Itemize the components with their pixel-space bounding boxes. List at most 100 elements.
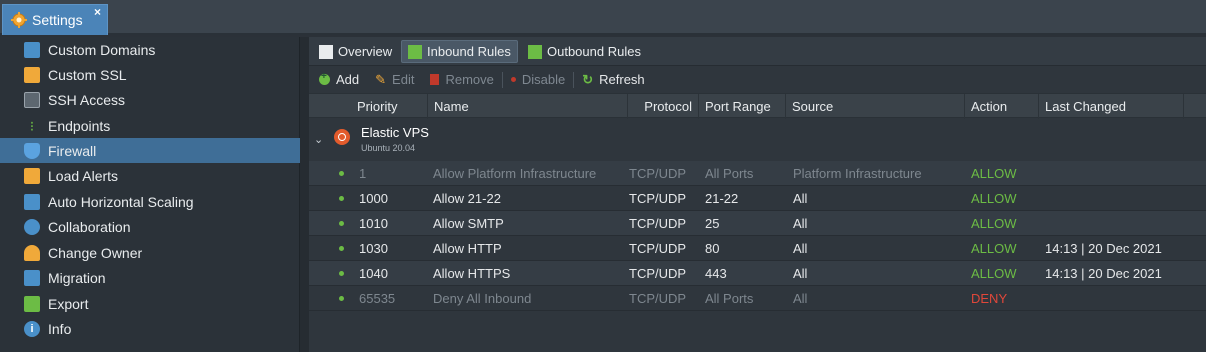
scaling-icon: [24, 193, 40, 210]
cell-action: ALLOW: [971, 216, 1017, 231]
table-row[interactable]: 1030 Allow HTTP TCP/UDP 80 All ALLOW 14:13 | 2…: [309, 236, 1206, 261]
sidebar-item-label: Custom SSL: [48, 66, 127, 83]
change-owner-icon: [24, 244, 40, 261]
column-last-changed[interactable]: Last Changed: [1039, 94, 1184, 119]
tab-settings[interactable]: Settings ×: [2, 4, 108, 35]
status-dot-icon: [339, 196, 344, 201]
cell-ports: 21-22: [705, 191, 739, 206]
cell-name: Allow 21-22: [433, 191, 501, 206]
sidebar-item-info[interactable]: i Info: [0, 316, 300, 341]
cell-changed: [1045, 211, 1190, 236]
table-row[interactable]: 1010 Allow SMTP TCP/UDP 25 All ALLOW: [309, 211, 1206, 236]
column-name[interactable]: Name: [428, 94, 628, 119]
cell-priority: 1: [359, 166, 367, 181]
cell-changed: [1045, 161, 1190, 186]
collaboration-icon: [24, 218, 40, 235]
cell-priority: 1030: [359, 241, 388, 256]
table-row[interactable]: 1 Allow Platform Infrastructure TCP/UDP All…: [309, 161, 1206, 186]
cell-source: All: [793, 291, 808, 306]
cell-name: Deny All Inbound: [433, 291, 532, 306]
sidebar-item-label: Firewall: [48, 142, 97, 159]
disable-label: Disable: [521, 72, 566, 87]
column-action[interactable]: Action: [965, 94, 1039, 119]
close-icon[interactable]: ×: [94, 6, 101, 18]
cell-changed: [1045, 286, 1190, 311]
outbound-icon: [528, 44, 542, 59]
sidebar-item-firewall[interactable]: Firewall: [0, 138, 300, 163]
sidebar-item-export[interactable]: Export: [0, 291, 300, 316]
sidebar-item-ssh-access[interactable]: SSH Access: [0, 87, 300, 112]
cell-ports: All Ports: [705, 291, 754, 306]
sidebar-item-label: Custom Domains: [48, 41, 156, 58]
splitter[interactable]: [300, 37, 309, 352]
export-icon: [24, 295, 40, 312]
node-group-row[interactable]: ⌄ Elastic VPS Ubuntu 20.04: [309, 119, 1206, 159]
sidebar-item-migration[interactable]: Migration: [0, 265, 300, 290]
cell-source: All: [793, 191, 808, 206]
terminal-icon: [24, 91, 40, 108]
cell-name: Allow HTTP: [433, 241, 502, 256]
table-row[interactable]: 1000 Allow 21-22 TCP/UDP 21-22 All ALLOW: [309, 186, 1206, 211]
column-protocol[interactable]: Protocol: [628, 94, 699, 119]
rules-toolbar: Add ✎ Edit Remove Disable ↻ Refresh: [309, 66, 1206, 93]
cell-action: DENY: [971, 291, 1008, 306]
sidebar-item-label: Load Alerts: [48, 167, 119, 184]
column-port-range[interactable]: Port Range: [699, 94, 786, 119]
sidebar-item-collaboration[interactable]: Collaboration: [0, 214, 300, 239]
cell-action: ALLOW: [971, 166, 1017, 181]
column-priority[interactable]: Priority: [351, 94, 428, 119]
cell-ports: 443: [705, 266, 727, 281]
pencil-icon: ✎: [375, 71, 387, 87]
sidebar-item-label: Export: [48, 295, 89, 312]
sidebar-item-label: Auto Horizontal Scaling: [48, 193, 194, 210]
cell-action: ALLOW: [971, 266, 1017, 281]
sidebar-item-load-alerts[interactable]: Load Alerts: [0, 163, 300, 188]
add-button[interactable]: Add: [309, 69, 367, 91]
document-icon: [319, 44, 333, 59]
cell-changed: [1045, 186, 1190, 211]
tab-overview[interactable]: Overview: [313, 40, 398, 63]
cell-name: Allow Platform Infrastructure: [433, 166, 597, 181]
sidebar-item-auto-horizontal-scaling[interactable]: Auto Horizontal Scaling: [0, 189, 300, 214]
cell-protocol: TCP/UDP: [629, 266, 687, 281]
table-row[interactable]: 65535 Deny All Inbound TCP/UDP All Ports All…: [309, 286, 1206, 311]
table-header: Priority Name Protocol Port Range Source…: [309, 93, 1206, 119]
cell-protocol: TCP/UDP: [629, 241, 687, 256]
cell-priority: 1000: [359, 191, 388, 206]
sidebar-item-endpoints[interactable]: ⁝ Endpoints: [0, 113, 300, 138]
tab-settings-label: Settings: [32, 12, 83, 28]
subtab-bar: Overview Inbound Rules Outbound Rules: [309, 37, 1206, 66]
sidebar-item-custom-domains[interactable]: Custom Domains: [0, 37, 300, 62]
cell-priority: 1040: [359, 266, 388, 281]
remove-label: Remove: [445, 72, 494, 87]
cell-ports: All Ports: [705, 166, 754, 181]
chevron-down-icon[interactable]: ⌄: [314, 133, 323, 146]
group-subtitle: Ubuntu 20.04: [361, 143, 416, 153]
refresh-icon: ↻: [582, 71, 594, 87]
disable-button[interactable]: Disable: [503, 69, 573, 91]
cell-source: All: [793, 241, 808, 256]
sidebar-item-custom-ssl[interactable]: Custom SSL: [0, 62, 300, 87]
sidebar-item-change-owner[interactable]: Change Owner: [0, 240, 300, 265]
cell-protocol: TCP/UDP: [629, 291, 687, 306]
cell-action: ALLOW: [971, 241, 1017, 256]
cell-source: All: [793, 266, 808, 281]
cell-ports: 25: [705, 216, 720, 231]
sidebar-item-label: Info: [48, 320, 72, 337]
table-row[interactable]: 1040 Allow HTTPS TCP/UDP 443 All ALLOW 14:13 |…: [309, 261, 1206, 286]
remove-button[interactable]: Remove: [422, 69, 501, 91]
refresh-button[interactable]: ↻ Refresh: [574, 69, 652, 91]
cell-priority: 1010: [359, 216, 388, 231]
column-source[interactable]: Source: [786, 94, 965, 119]
tab-inbound-rules[interactable]: Inbound Rules: [401, 40, 518, 63]
edit-label: Edit: [392, 72, 415, 87]
certificate-icon: [24, 66, 40, 83]
status-dot-icon: [339, 296, 344, 301]
tab-outbound-rules[interactable]: Outbound Rules: [522, 40, 647, 63]
edit-button[interactable]: ✎ Edit: [367, 69, 422, 91]
add-icon: [319, 71, 330, 85]
cell-name: Allow HTTPS: [433, 266, 511, 281]
cell-protocol: TCP/UDP: [629, 166, 687, 181]
cell-source: All: [793, 216, 808, 231]
tab-label: Inbound Rules: [427, 44, 511, 59]
